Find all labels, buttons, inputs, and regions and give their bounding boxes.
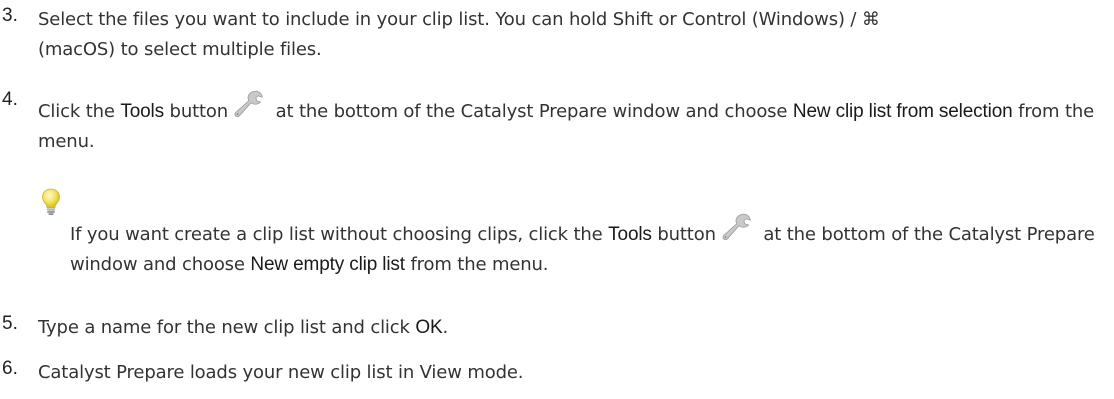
menu-item-new-empty-clip-list: New empty clip list [250,254,405,275]
step-text: Type a name for the new clip list and cl… [38,313,1104,343]
lightbulb-icon [38,187,64,217]
tools-label: Tools [608,224,652,245]
step-5-suffix: . [442,317,449,338]
ok-label: OK [415,317,443,338]
step-number: 3. [2,5,18,26]
step-number: 6. [2,358,18,379]
tools-label: Tools [120,101,164,122]
step-3-line-2: (macOS) to select multiple files. [38,39,322,60]
step-3: 3. Select the files you want to include … [0,5,1104,65]
tip-note: If you want create a clip list without c… [38,187,1104,275]
step-5-prefix: Type a name for the new clip list and cl… [38,317,416,338]
step-4-prefix: Click the [38,101,121,122]
step-text: Catalyst Prepare loads your new clip lis… [38,358,1104,388]
help-document: 3. Select the files you want to include … [0,0,1114,399]
step-4: 4. Click the Tools button at the bottom … [0,89,1104,152]
step-4-middle: at the bottom of the Catalyst Prepare wi… [270,101,793,122]
menu-item-new-clip-list-from-selection: New clip list from selection [792,101,1013,122]
wrench-icon [234,89,264,119]
tip-text: If you want create a clip list without c… [70,212,1104,280]
step-6: 6. Catalyst Prepare loads your new clip … [0,358,1104,388]
tip-prefix: If you want create a clip list without c… [70,224,609,245]
step-text: Click the Tools button at the bottom of … [38,89,1104,157]
step-number: 5. [2,313,18,334]
tip-suffix: from the menu. [404,254,549,275]
step-6-text: Catalyst Prepare loads your new clip lis… [38,362,524,383]
step-5: 5. Type a name for the new clip list and… [0,313,1104,343]
wrench-icon [722,212,752,242]
step-number: 4. [2,89,18,110]
step-text: Select the files you want to include in … [38,5,1104,65]
step-3-line-1: Select the files you want to include in … [38,9,880,30]
